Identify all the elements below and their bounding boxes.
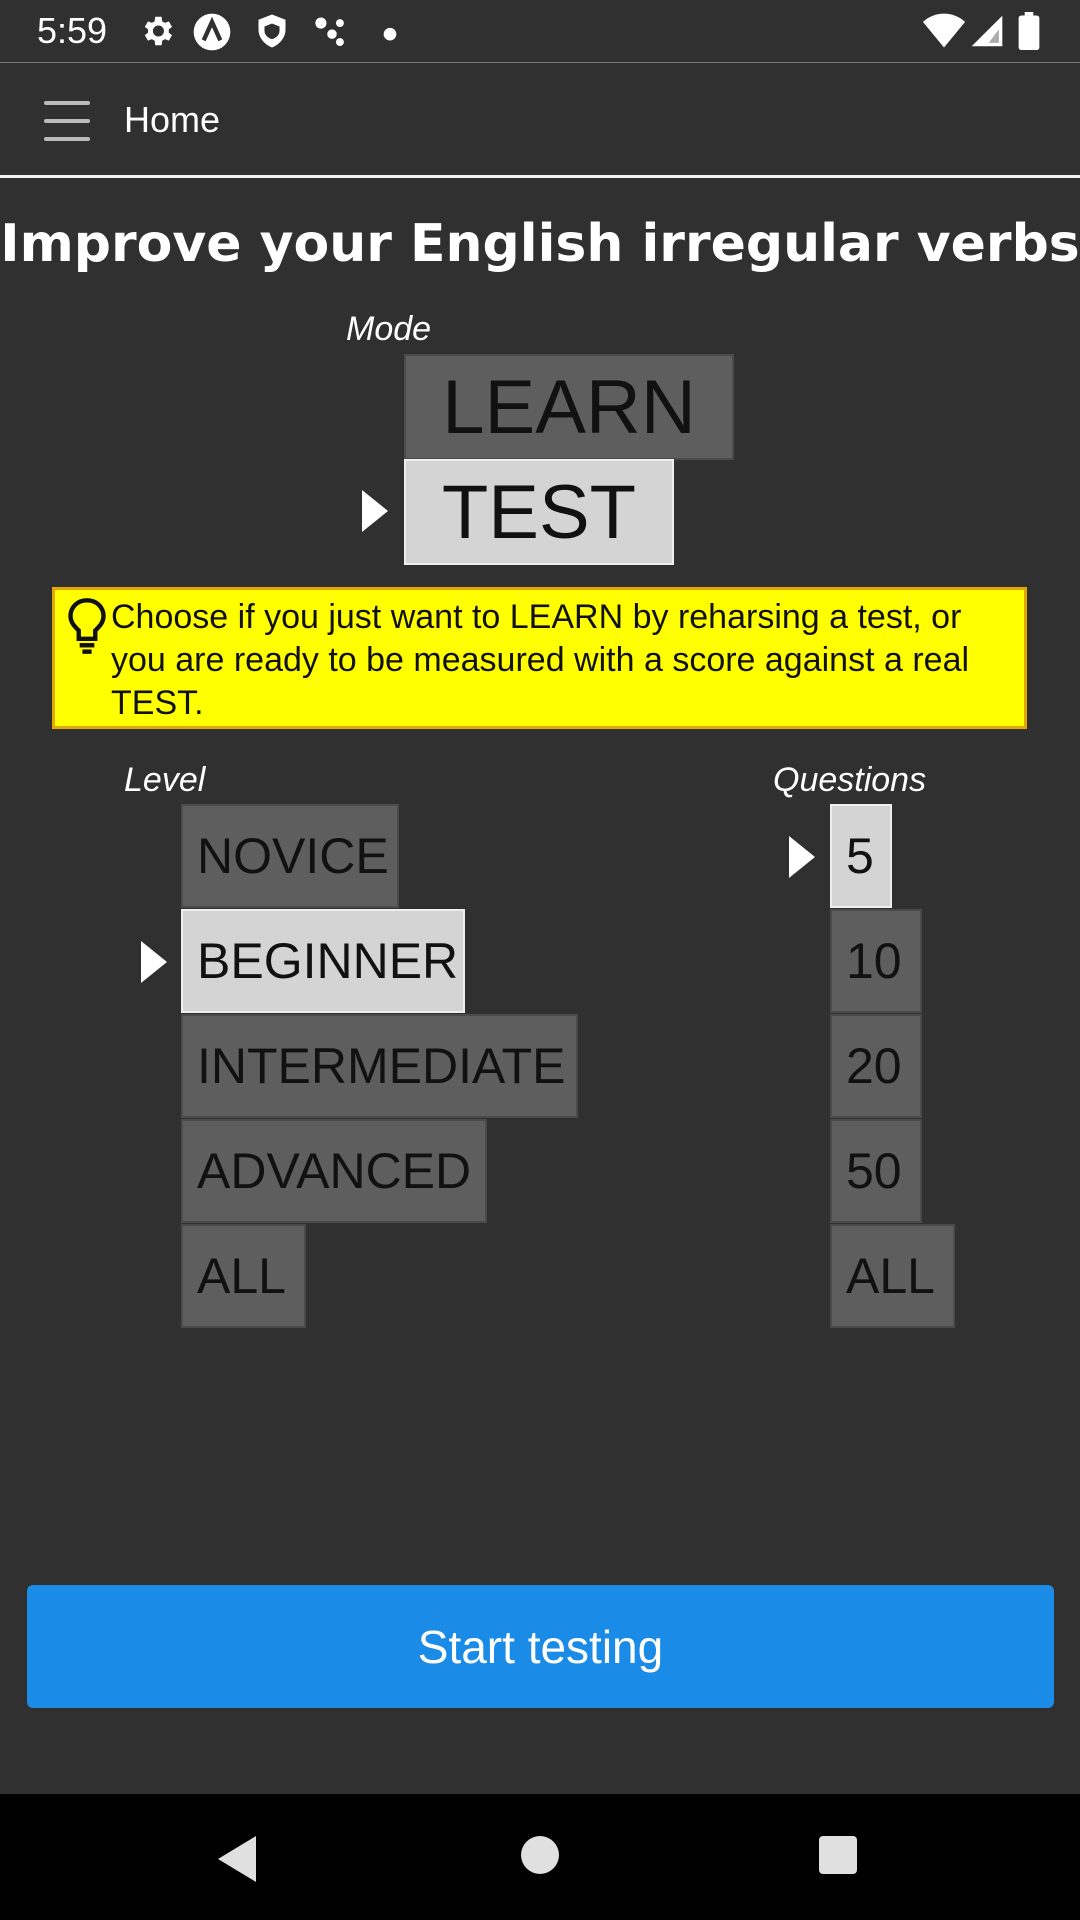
app-bar-title: Home — [124, 99, 221, 140]
shield-icon — [258, 14, 286, 48]
menu-icon[interactable] — [44, 101, 92, 141]
level-option-beginner[interactable]: BEGINNER — [181, 909, 465, 1013]
level-option-all[interactable]: ALL — [181, 1224, 306, 1328]
lightbulb-icon — [68, 598, 106, 654]
status-time: 5:59 — [37, 10, 108, 51]
recent-apps-icon[interactable] — [819, 1836, 857, 1874]
navigation-bar — [0, 1794, 1080, 1920]
dot-icon — [383, 27, 397, 41]
status-bar: 5:59 — [0, 0, 1080, 62]
level-option-advanced[interactable]: ADVANCED — [181, 1119, 487, 1223]
app-bar: Home — [0, 62, 1080, 178]
selected-indicator-icon — [141, 941, 167, 983]
page-title: Improve your English irregular verbs — [0, 214, 1080, 274]
questions-option-5[interactable]: 5 — [830, 804, 892, 908]
selected-indicator-icon — [789, 836, 815, 878]
dots-icon — [315, 17, 344, 47]
mode-label: Mode — [346, 310, 432, 348]
level-option-novice[interactable]: NOVICE — [181, 804, 399, 908]
level-label: Level — [124, 761, 206, 799]
home-icon[interactable] — [521, 1836, 559, 1874]
questions-option-all[interactable]: ALL — [830, 1224, 955, 1328]
vpn-icon — [193, 13, 231, 51]
signal-icon — [971, 15, 1003, 47]
questions-option-20[interactable]: 20 — [830, 1014, 922, 1118]
questions-label: Questions — [773, 761, 927, 799]
gear-icon — [144, 16, 173, 46]
mode-option-test[interactable]: TEST — [404, 459, 674, 565]
battery-icon — [1018, 12, 1040, 50]
hint-text: Choose if you just want to LEARN by reha… — [111, 598, 970, 722]
questions-option-10[interactable]: 10 — [830, 909, 922, 1013]
mode-option-learn[interactable]: LEARN — [404, 354, 734, 460]
start-testing-button[interactable]: Start testing — [27, 1585, 1054, 1708]
hint-box: Choose if you just want to LEARN by reha… — [52, 587, 1027, 729]
wifi-icon — [922, 13, 966, 48]
level-option-intermediate[interactable]: INTERMEDIATE — [181, 1014, 578, 1118]
selected-indicator-icon — [362, 490, 388, 532]
back-icon[interactable] — [218, 1836, 256, 1882]
questions-option-50[interactable]: 50 — [830, 1119, 922, 1223]
